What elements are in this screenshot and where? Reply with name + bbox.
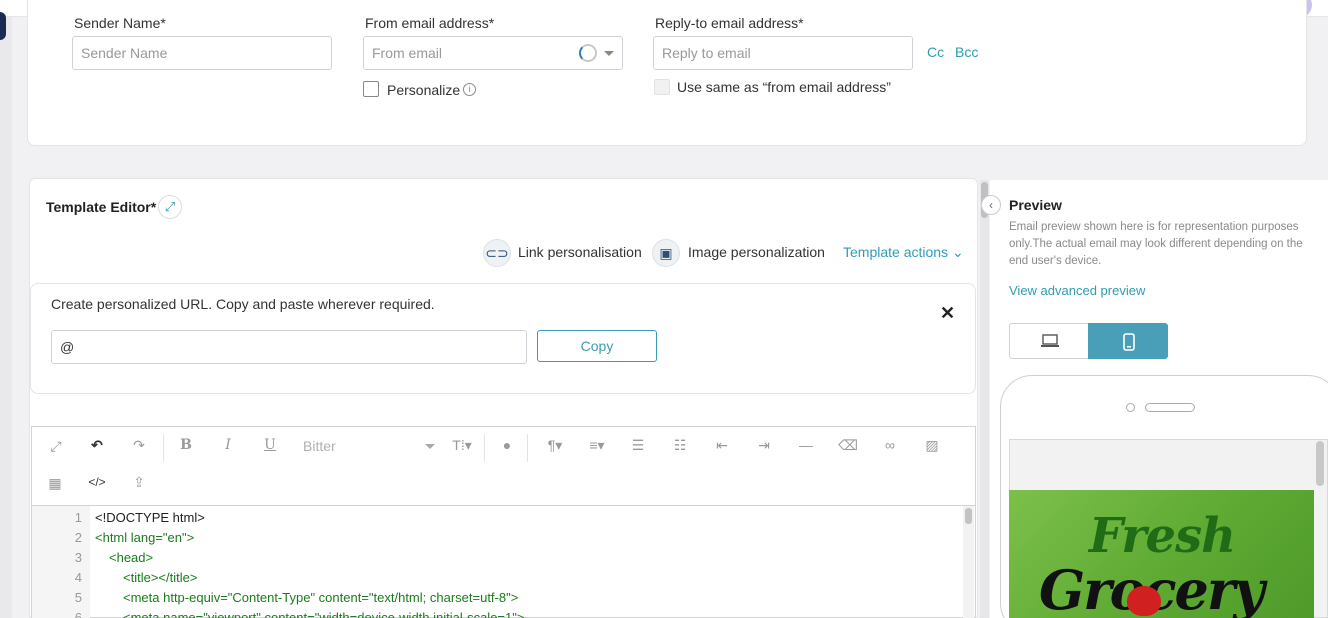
line-number: 4 [74, 570, 82, 585]
email-banner-image: Fresh Grocery [1009, 490, 1314, 618]
loading-spinner-icon [579, 44, 597, 62]
sender-name-input[interactable]: Sender Name [72, 36, 332, 70]
image-personalization-button[interactable]: Image personalization [688, 244, 825, 260]
toolbar-separator [163, 434, 164, 462]
copy-button[interactable]: Copy [537, 330, 657, 362]
code-view-icon[interactable]: </> [86, 475, 108, 489]
sender-name-label: Sender Name* [74, 15, 166, 31]
indent-icon[interactable]: ⇥ [754, 437, 774, 454]
paragraph-format-icon[interactable]: ¶▾ [541, 437, 569, 454]
mobile-icon [1123, 333, 1135, 351]
chevron-down-icon: ⌄ [951, 244, 964, 260]
template-actions-label: Template actions [843, 244, 949, 260]
undo-icon[interactable]: ↶ [88, 437, 106, 454]
phone-scrollbar[interactable] [1316, 441, 1324, 486]
mobile-preview-toggle[interactable] [1088, 323, 1168, 359]
panel-scrollbar[interactable] [980, 180, 989, 618]
code-line: <title></title> [123, 570, 198, 585]
phone-speaker [1145, 403, 1195, 412]
code-scrollbar[interactable] [963, 506, 974, 618]
font-family-select[interactable]: Bitter [303, 438, 336, 454]
template-actions-dropdown[interactable]: Template actions ⌄ [843, 244, 964, 261]
template-editor-title: Template Editor* [46, 199, 157, 215]
view-advanced-preview-link[interactable]: View advanced preview [1009, 283, 1145, 298]
personalized-url-title: Create personalized URL. Copy and paste … [51, 296, 435, 312]
same-as-from-checkbox[interactable] [654, 79, 670, 95]
close-icon[interactable]: ✕ [940, 303, 955, 324]
chevron-down-icon[interactable] [425, 444, 435, 449]
text-color-icon[interactable]: ● [499, 437, 515, 453]
table-icon[interactable]: ▦ [46, 475, 64, 492]
info-icon[interactable]: i [463, 83, 476, 96]
image-icon[interactable]: ▣ [652, 239, 680, 267]
personalize-checkbox[interactable] [363, 81, 379, 97]
clear-format-icon[interactable]: ⌫ [838, 437, 858, 454]
personalize-label: Personalize [387, 82, 461, 98]
ordered-list-icon[interactable]: ☰ [628, 437, 648, 454]
chevron-down-icon[interactable] [604, 51, 614, 56]
same-as-from-label: Use same as “from email address” [677, 79, 891, 95]
underline-icon[interactable]: U [261, 437, 279, 453]
preview-description: Email preview shown here is for represen… [1009, 221, 1303, 267]
personalized-url-input[interactable]: @ [51, 330, 527, 364]
align-icon[interactable]: ≡▾ [583, 437, 611, 454]
code-line: <!DOCTYPE html> [95, 510, 205, 525]
code-line: <meta http-equiv="Content-Type" content=… [123, 590, 519, 605]
laptop-icon [1041, 334, 1059, 347]
line-number: 1 [74, 510, 82, 525]
desktop-preview-toggle[interactable] [1009, 323, 1089, 359]
toolbar-separator [527, 434, 528, 462]
image-insert-icon[interactable]: ▨ [922, 437, 942, 454]
phone-camera [1126, 403, 1135, 412]
font-size-icon[interactable]: T⁞▾ [447, 437, 477, 454]
unordered-list-icon[interactable]: ☷ [670, 437, 690, 454]
reply-to-label: Reply-to email address* [655, 15, 804, 31]
bold-icon[interactable]: B [177, 437, 195, 453]
bcc-link[interactable]: Bcc [955, 44, 978, 60]
cc-link[interactable]: Cc [927, 44, 944, 60]
code-line: <head> [109, 550, 154, 565]
fullscreen-icon[interactable]: ⤢ [47, 438, 65, 455]
redo-icon[interactable]: ↷ [130, 437, 148, 454]
collapse-preview-icon[interactable]: ‹ [981, 195, 1001, 215]
from-email-placeholder: From email [372, 45, 443, 61]
horizontal-line-icon[interactable]: — [796, 437, 816, 453]
from-email-label: From email address* [365, 15, 495, 31]
line-number: 6 [74, 610, 82, 618]
reply-to-input[interactable]: Reply to email [653, 36, 913, 70]
code-line: <html lang="en"> [95, 530, 195, 545]
upload-icon[interactable]: ⇪ [130, 474, 148, 491]
line-number: 5 [74, 590, 82, 605]
expand-icon[interactable]: ⤢ [158, 195, 182, 219]
code-line: <meta name="viewport" content="width=dev… [123, 610, 525, 618]
line-number: 2 [74, 530, 82, 545]
italic-icon[interactable]: I [219, 437, 237, 453]
left-rail [0, 17, 12, 618]
left-rail-indicator [0, 12, 6, 40]
outdent-icon[interactable]: ⇤ [712, 437, 732, 454]
preview-title: Preview [1009, 197, 1062, 213]
link-personalisation-button[interactable]: Link personalisation [518, 244, 642, 260]
apple-graphic [1127, 586, 1161, 616]
line-number: 3 [74, 550, 82, 565]
toolbar-separator [484, 434, 485, 462]
link-insert-icon[interactable]: ∞ [880, 437, 900, 453]
link-icon[interactable]: ⊂⊃ [483, 239, 511, 267]
